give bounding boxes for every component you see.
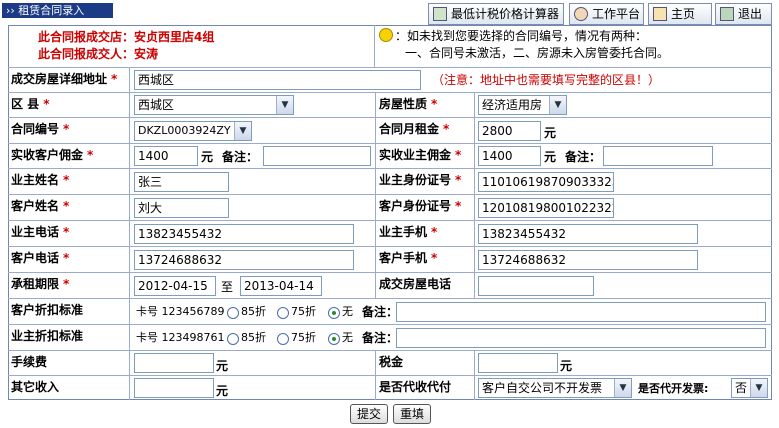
owner-fee-input[interactable]: 1400 [478, 146, 541, 166]
other-income-row: 其它收入 元 是否代收代付 客户自交公司不开发票 ▼ 是否代开发票: 否 ▼ [8, 375, 772, 400]
submit-button[interactable]: 提交 [350, 404, 389, 424]
fee-row: 实收客户佣金 * 1400 元 备注： 实收业主佣金 * 1400 元 备注： [8, 143, 772, 168]
contract-row: 合同编号 * DKZL0003924ZY ▼ 合同月租金 * 2800 元 [8, 117, 772, 143]
store-info: 此合同报成交店：安贞西里店4组 此合同报成交人：安涛 [38, 30, 215, 61]
reset-button[interactable]: 重填 [393, 404, 432, 424]
client-discount-none-radio[interactable] [328, 307, 340, 319]
proxy-collect-select[interactable]: 客户自交公司不开发票 ▼ [478, 378, 632, 398]
notice-line2: 一、合同号未激活，二、房源未入房管委托合同。 [405, 46, 670, 60]
chevron-down-icon: ▼ [614, 379, 631, 397]
client-discount-75-radio[interactable] [277, 307, 289, 319]
owner-discount-remark-input[interactable] [396, 328, 766, 348]
home-icon [653, 7, 667, 21]
client-discount-row: 客户折扣标准 卡号 123456789 85折 75折 无 备注： [8, 298, 772, 324]
client-phone-input[interactable]: 13724688632 [134, 250, 354, 270]
lease-row: 承租期限 * 2012-04-15 至 2013-04-14 成交房屋电话 [8, 272, 772, 298]
owner-name-row: 业主姓名 * 张三 业主身份证号 * 110106198709033323 [8, 168, 772, 194]
address-note: （注意：地址中也需要填写完整的区县！） [432, 73, 661, 87]
chevron-down-icon: ▼ [750, 379, 767, 397]
exit-icon [720, 7, 734, 21]
client-mobile-input[interactable]: 13724688632 [478, 250, 698, 270]
owner-fee-remark-input[interactable] [603, 146, 713, 166]
contract-no-select[interactable]: DKZL0003924ZY ▼ [134, 121, 252, 141]
owner-discount-none-radio[interactable] [328, 333, 340, 345]
client-id-input[interactable]: 120108198001022322 [478, 198, 614, 218]
property-type-select[interactable]: 经济适用房 ▼ [478, 95, 567, 115]
owner-phone-row: 业主电话 * 13823455432 业主手机 * 13823455432 [8, 220, 772, 246]
handling-fee-row: 手续费 元 税金 元 [8, 350, 772, 375]
owner-discount-85-radio[interactable] [227, 333, 239, 345]
owner-mobile-input[interactable]: 13823455432 [478, 224, 698, 244]
district-row: 区 县 * 西城区 ▼ 房屋性质 * 经济适用房 ▼ [8, 92, 772, 117]
home-button[interactable]: 主页 [648, 3, 712, 25]
chevron-down-icon: ▼ [549, 96, 566, 114]
client-fee-input[interactable]: 1400 [134, 146, 198, 166]
client-discount-remark-input[interactable] [396, 302, 766, 322]
notice-line1: ：如未找到您要选择的合同编号，情况有两种： [395, 29, 648, 43]
monthly-rent-input[interactable]: 2800 [478, 121, 541, 141]
other-income-input[interactable] [134, 378, 214, 398]
tax-calculator-button[interactable]: 最低计税价格计算器 [428, 3, 564, 25]
calculator-icon [433, 7, 447, 21]
user-icon [574, 7, 588, 21]
client-phone-row: 客户电话 * 13724688632 客户手机 * 13724688632 [8, 246, 772, 272]
address-row: 成交房屋详细地址 * 西城区 （注意：地址中也需要填写完整的区县！） [8, 67, 772, 92]
owner-id-input[interactable]: 110106198709033323 [478, 172, 614, 192]
smiley-icon [379, 28, 393, 42]
client-fee-remark-input[interactable] [263, 146, 371, 166]
tax-input[interactable] [478, 353, 558, 373]
handling-fee-input[interactable] [134, 353, 214, 373]
house-phone-input[interactable] [478, 276, 594, 296]
invoice-select[interactable]: 否 ▼ [731, 378, 768, 398]
workbench-button[interactable]: 工作平台 [569, 3, 644, 25]
owner-discount-row: 业主折扣标准 卡号 123498761 85折 75折 无 备注： [8, 324, 772, 350]
notice-row: 此合同报成交店：安贞西里店4组 此合同报成交人：安涛 ：如未找到您要选择的合同编… [8, 25, 772, 67]
chevron-down-icon: ▼ [276, 96, 293, 114]
address-input[interactable]: 西城区 [134, 70, 421, 90]
client-name-input[interactable]: 刘大 [134, 198, 229, 218]
chevron-down-icon: ▼ [234, 122, 251, 140]
exit-button[interactable]: 退出 [715, 3, 772, 25]
client-discount-85-radio[interactable] [227, 307, 239, 319]
owner-name-input[interactable]: 张三 [134, 172, 229, 192]
page-title: ›› 租赁合同录入 [2, 3, 113, 18]
client-name-row: 客户姓名 * 刘大 客户身份证号 * 120108198001022322 [8, 194, 772, 220]
owner-discount-75-radio[interactable] [277, 333, 289, 345]
district-select[interactable]: 西城区 ▼ [134, 95, 294, 115]
owner-phone-input[interactable]: 13823455432 [134, 224, 354, 244]
lease-start-input[interactable]: 2012-04-15 [134, 276, 216, 296]
lease-end-input[interactable]: 2013-04-14 [240, 276, 322, 296]
